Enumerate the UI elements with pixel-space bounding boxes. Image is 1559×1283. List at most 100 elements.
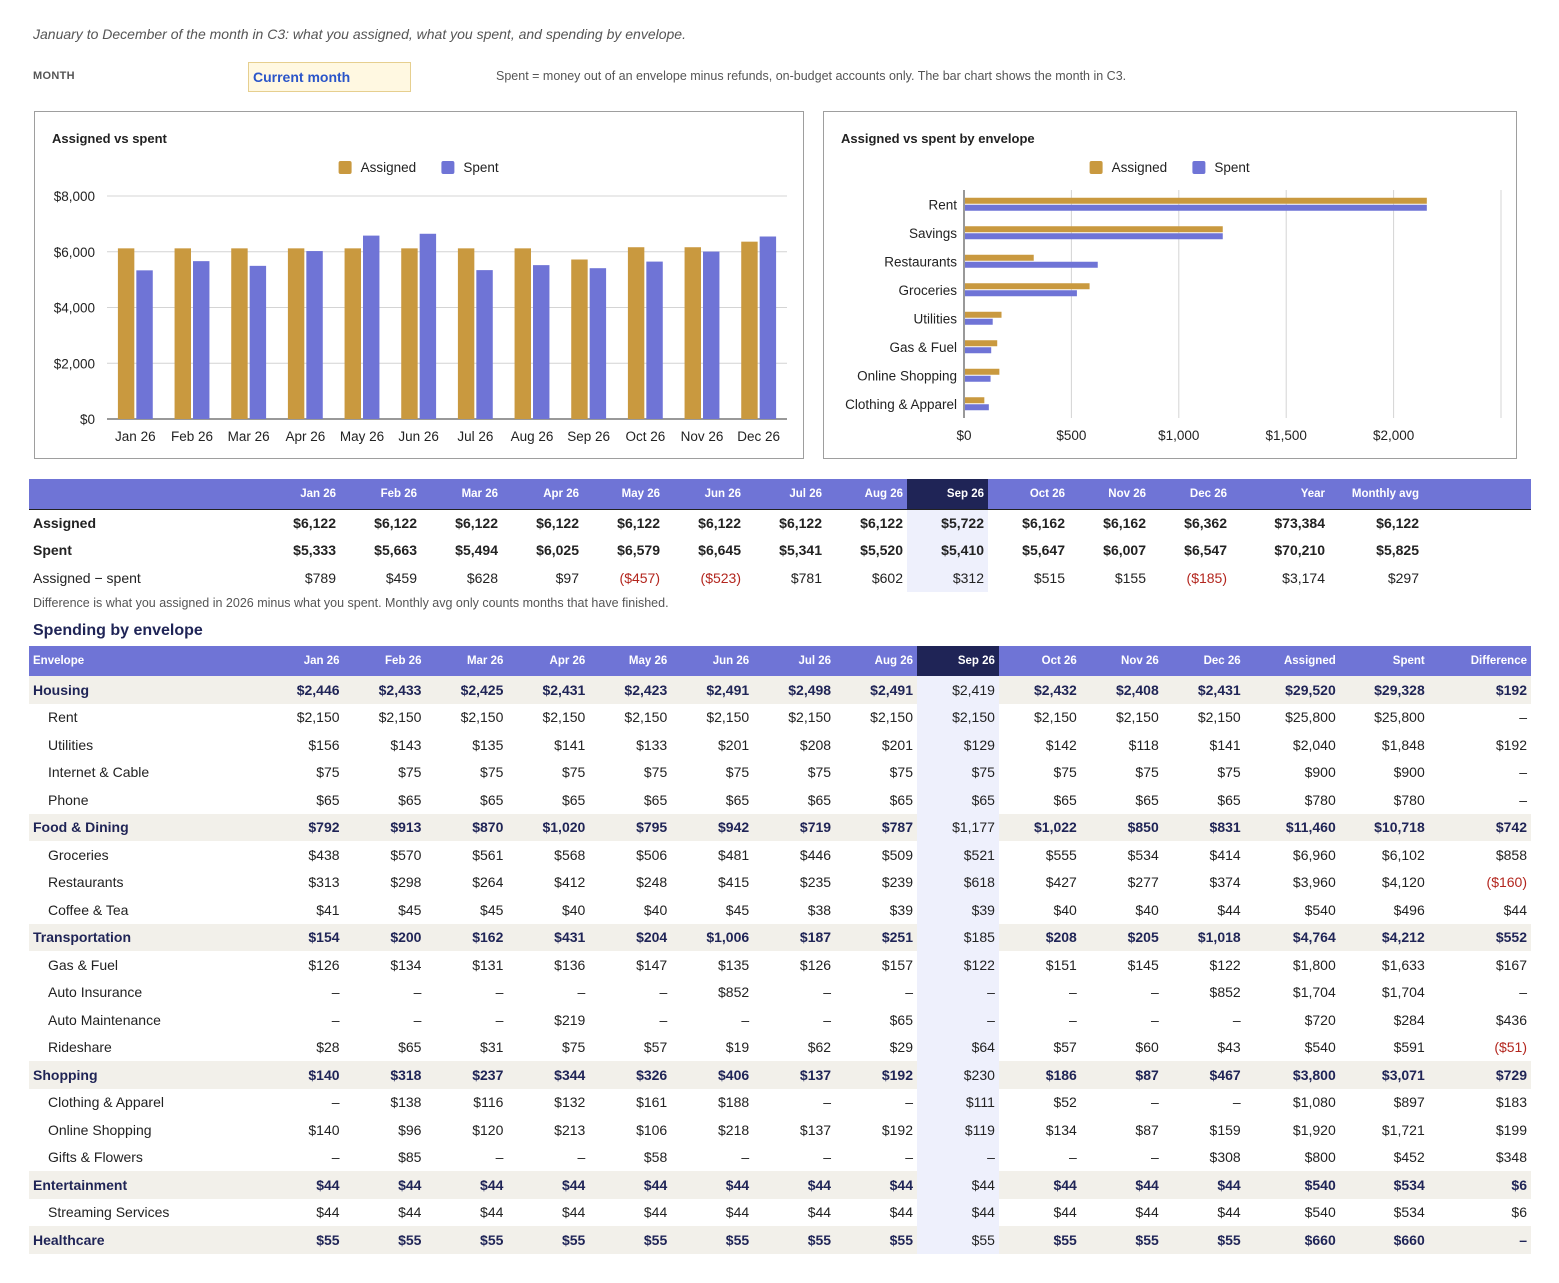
value-cell: $45: [480, 901, 504, 918]
value-cell: $44: [1217, 1204, 1241, 1221]
value-cell: $135: [472, 736, 504, 753]
column-header: Jul 26: [745, 479, 826, 509]
value-cell: $52: [1053, 1094, 1077, 1111]
value-cell: $141: [1209, 736, 1241, 753]
value-cell: –: [917, 978, 999, 1006]
value-cell: $137: [753, 1061, 836, 1089]
value-cell: $29: [889, 1039, 913, 1056]
value-cell: $156: [308, 736, 340, 753]
column-header: Jan 26: [259, 479, 340, 509]
value-cell: $85: [398, 1149, 422, 1166]
value-cell: $509: [881, 846, 913, 863]
x-tick-label: $1,000: [1158, 428, 1199, 443]
value-cell: $792: [261, 813, 344, 841]
value-cell: $183: [1495, 1094, 1527, 1111]
value-cell: $897: [1393, 1094, 1425, 1111]
value-cell: –: [917, 1143, 999, 1171]
x-tick-label: Jun 26: [398, 429, 439, 444]
value-cell: $65: [889, 791, 913, 808]
value-cell: $75: [561, 1039, 586, 1056]
value-cell: $2,408: [1080, 676, 1163, 704]
y-tick-label: Rent: [928, 197, 957, 212]
value-cell: $540: [1244, 1171, 1340, 1199]
value-cell: $251: [835, 923, 917, 951]
value-cell: $742: [1428, 813, 1531, 841]
x-tick-label: Dec 26: [737, 429, 780, 444]
value-cell: $534: [1127, 846, 1159, 863]
value-cell: $141: [554, 736, 586, 753]
value-cell: $230: [917, 1061, 999, 1089]
value-cell: $5,520: [860, 542, 903, 559]
value-cell: $552: [1428, 923, 1531, 951]
envelope-row: Gifts & Flowers – $85– – $58– – – – – – $308 $800 $4…: [29, 1143, 1531, 1171]
value-cell: $6,025: [536, 542, 579, 559]
spent-bar: [965, 290, 1077, 297]
value-cell: $75: [1135, 764, 1159, 781]
x-tick-label: Oct 26: [625, 429, 665, 444]
x-tick-label: Nov 26: [681, 429, 724, 444]
value-cell: $205: [1080, 923, 1163, 951]
spent-bar: [476, 270, 493, 419]
value-cell: $132: [554, 1094, 586, 1111]
envelope-label: Auto Insurance: [48, 984, 143, 1001]
value-cell: $4,212: [1339, 923, 1429, 951]
y-tick-label: Utilities: [913, 311, 957, 326]
assigned-vs-spent-chart: Assigned vs spent Assigned Spent $0 $2,000 $…: [34, 111, 804, 459]
value-cell: $57: [643, 1039, 668, 1056]
spent-bar: [759, 236, 777, 419]
column-header-spacer: [1423, 479, 1531, 509]
value-cell: $45: [725, 901, 750, 918]
value-cell: $4,120: [1381, 874, 1425, 891]
value-cell: ($523): [700, 569, 741, 586]
month-input[interactable]: Current month: [248, 62, 411, 92]
value-cell: $157: [881, 956, 913, 973]
value-cell: $1,848: [1381, 736, 1425, 753]
value-cell: $515: [1033, 569, 1065, 586]
value-cell: $496: [1393, 901, 1425, 918]
envelope-label: Clothing & Apparel: [48, 1094, 164, 1111]
value-cell: $2,150: [788, 709, 832, 726]
value-cell: $140: [308, 1121, 340, 1138]
value-cell: $44: [343, 1171, 426, 1199]
legend-label: Spent: [1214, 160, 1250, 175]
value-cell: $660: [1339, 1226, 1429, 1254]
spent-bar: [965, 318, 993, 325]
value-cell: $65: [316, 791, 340, 808]
value-cell: $5,333: [293, 542, 336, 559]
value-cell: $719: [753, 813, 836, 841]
spent-bar: [533, 265, 550, 419]
value-cell: $534: [1393, 1204, 1425, 1221]
group-label: Transportation: [29, 923, 262, 951]
column-header: Assigned: [1244, 646, 1340, 676]
value-cell: $2,040: [1292, 736, 1336, 753]
column-header: May 26: [583, 479, 664, 509]
value-cell: $2,150: [706, 709, 750, 726]
value-cell: $119: [917, 1116, 999, 1144]
value-cell: $6,547: [1184, 542, 1227, 559]
value-cell: $162: [425, 923, 508, 951]
column-header: Feb 26: [343, 646, 426, 676]
envelope-row: Internet & Cable $75 $75 $75 $75 $75 $75 $75 $75…: [29, 758, 1531, 786]
value-cell: $44: [561, 1204, 586, 1221]
assigned-bar: [965, 311, 1002, 318]
value-cell: $900: [1304, 764, 1336, 781]
x-tick-label: Apr 26: [285, 429, 325, 444]
value-cell: $65: [1053, 791, 1077, 808]
value-cell: $481: [718, 846, 750, 863]
assigned-bar: [965, 197, 1427, 204]
value-cell: $96: [398, 1121, 422, 1138]
group-row: Food & Dining $792 $913 $870 $1,020 $795 $942 $…: [29, 813, 1531, 841]
value-cell: $44: [917, 1198, 999, 1226]
value-cell: $192: [835, 1061, 917, 1089]
value-cell: $2,150: [378, 709, 422, 726]
value-cell: $75: [643, 764, 668, 781]
value-cell: $57: [1053, 1039, 1077, 1056]
value-cell: $870: [425, 813, 508, 841]
value-cell: $6,122: [583, 508, 664, 537]
x-tick-label: $500: [1056, 428, 1086, 443]
group-row: Housing $2,446 $2,433 $2,425 $2,431 $2,423 $2,…: [29, 676, 1531, 704]
value-cell: $2,150: [1034, 709, 1077, 726]
value-cell: $438: [308, 846, 340, 863]
legend-label: Assigned: [1112, 160, 1168, 175]
value-cell: $6,162: [988, 508, 1069, 537]
